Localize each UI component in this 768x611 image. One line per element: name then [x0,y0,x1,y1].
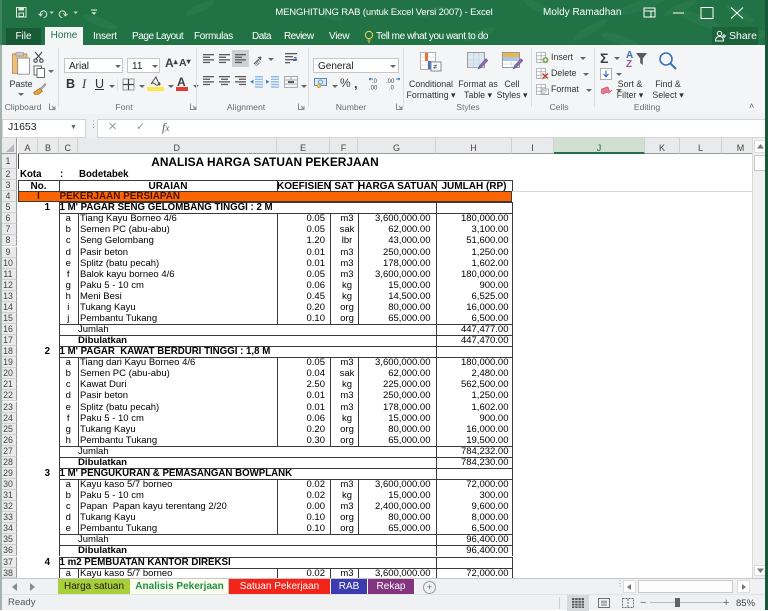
svg-text:.00: .00 [386,79,395,85]
svg-text:.0: .0 [389,86,395,91]
svg-text:ab: ab [253,59,262,66]
svg-text:≠: ≠ [433,63,438,72]
svg-text:.0: .0 [372,79,378,85]
svg-text:.00: .00 [369,86,378,91]
